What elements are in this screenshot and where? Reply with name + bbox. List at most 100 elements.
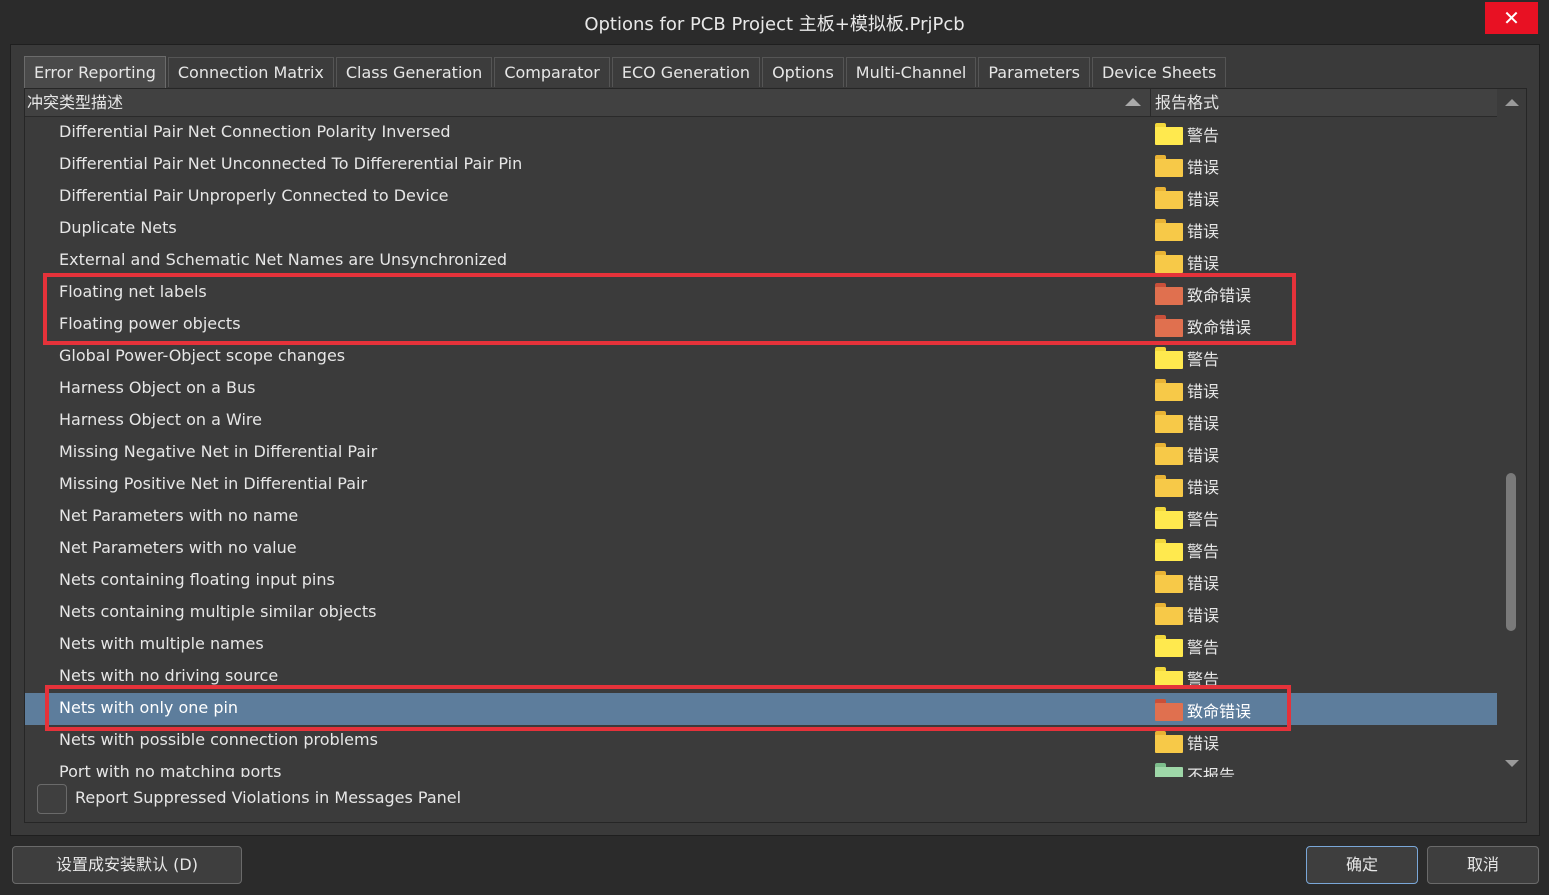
error-reporting-table: 冲突类型描述 报告格式 Differential Pair Net Connec… [24, 88, 1527, 778]
report-format-label: 错误 [1187, 574, 1220, 593]
violation-description: Global Power-Object scope changes [59, 346, 346, 365]
report-format-cell[interactable]: 错误 [1155, 570, 1219, 594]
report-format-label: 错误 [1187, 478, 1220, 497]
violation-description: Differential Pair Unproperly Connected t… [59, 186, 449, 205]
report-format-cell[interactable]: 错误 [1155, 442, 1219, 466]
report-suppressed-checkbox[interactable] [37, 784, 67, 814]
report-format-cell[interactable]: 错误 [1155, 154, 1219, 178]
violation-description: Differential Pair Net Unconnected To Dif… [59, 154, 523, 173]
report-format-cell[interactable]: 错误 [1155, 730, 1219, 754]
scroll-thumb[interactable] [1506, 473, 1516, 631]
table-row[interactable]: Floating power objects 致命错误 [25, 309, 1497, 341]
report-format-label: 致命错误 [1187, 286, 1252, 305]
report-format-cell[interactable]: 错误 [1155, 410, 1219, 434]
table-row[interactable]: Harness Object on a Bus 错误 [25, 373, 1497, 405]
table-row[interactable]: Nets with no driving source 警告 [25, 661, 1497, 693]
report-format-cell[interactable]: 警告 [1155, 538, 1219, 562]
table-row[interactable]: Duplicate Nets 错误 [25, 213, 1497, 245]
folder-icon [1155, 379, 1183, 401]
table-row[interactable]: Harness Object on a Wire 错误 [25, 405, 1497, 437]
table-row[interactable]: Nets containing floating input pins 错误 [25, 565, 1497, 597]
report-format-label: 错误 [1187, 734, 1220, 753]
ok-button[interactable]: 确定 [1306, 846, 1418, 884]
table-row[interactable]: Nets containing multiple similar objects… [25, 597, 1497, 629]
table-row[interactable]: Differential Pair Net Unconnected To Dif… [25, 149, 1497, 181]
folder-icon [1155, 763, 1183, 777]
column-header-description[interactable]: 冲突类型描述 [27, 89, 123, 116]
table-row[interactable]: Nets with possible connection problems 错误 [25, 725, 1497, 757]
tab-connection-matrix[interactable]: Connection Matrix [167, 57, 334, 87]
report-format-label: 警告 [1187, 638, 1220, 657]
report-format-label: 致命错误 [1187, 702, 1252, 721]
table-row[interactable]: Port with no matching ports 不报告 [25, 757, 1497, 777]
column-header-format[interactable]: 报告格式 [1155, 89, 1219, 116]
table-row[interactable]: Global Power-Object scope changes 警告 [25, 341, 1497, 373]
violation-description: Nets with no driving source [59, 666, 279, 685]
tab-comparator[interactable]: Comparator [494, 57, 610, 87]
report-format-cell[interactable]: 警告 [1155, 506, 1219, 530]
set-defaults-button[interactable]: 设置成安装默认 (D) [12, 846, 242, 884]
sort-ascending-icon [1125, 98, 1141, 106]
tab-class-generation[interactable]: Class Generation [335, 57, 493, 87]
table-row[interactable]: Differential Pair Net Connection Polarit… [25, 117, 1497, 149]
violation-description: Nets with multiple names [59, 634, 264, 653]
report-format-cell[interactable]: 致命错误 [1155, 314, 1251, 338]
table-row[interactable]: Missing Positive Net in Differential Pai… [25, 469, 1497, 501]
table-row[interactable]: Net Parameters with no value 警告 [25, 533, 1497, 565]
vertical-scrollbar[interactable] [1498, 89, 1526, 777]
tab-device-sheets[interactable]: Device Sheets [1091, 57, 1227, 87]
folder-icon [1155, 667, 1183, 689]
cancel-button[interactable]: 取消 [1427, 846, 1539, 884]
folder-icon [1155, 635, 1183, 657]
table-row[interactable]: Nets with only one pin 致命错误 [25, 693, 1497, 725]
folder-icon [1155, 731, 1183, 753]
violation-description: Missing Positive Net in Differential Pai… [59, 474, 368, 493]
report-format-cell[interactable]: 错误 [1155, 250, 1219, 274]
report-format-cell[interactable]: 错误 [1155, 378, 1219, 402]
table-row[interactable]: Nets with multiple names 警告 [25, 629, 1497, 661]
violation-description: Harness Object on a Wire [59, 410, 262, 429]
report-format-label: 错误 [1187, 222, 1220, 241]
tab-error-reporting[interactable]: Error Reporting [24, 56, 166, 88]
column-separator[interactable] [1150, 89, 1151, 116]
report-format-cell[interactable]: 警告 [1155, 666, 1219, 690]
table-row[interactable]: Missing Negative Net in Differential Pai… [25, 437, 1497, 469]
violation-description: Floating power objects [59, 314, 241, 333]
report-format-cell[interactable]: 警告 [1155, 634, 1219, 658]
report-format-cell[interactable]: 致命错误 [1155, 282, 1251, 306]
table-header: 冲突类型描述 报告格式 [25, 89, 1497, 117]
report-format-label: 警告 [1187, 510, 1220, 529]
tab-multi-channel[interactable]: Multi-Channel [845, 57, 977, 87]
close-button[interactable]: ✕ [1485, 2, 1538, 34]
report-format-cell[interactable]: 不报告 [1155, 762, 1235, 777]
report-format-cell[interactable]: 错误 [1155, 186, 1219, 210]
report-format-cell[interactable]: 致命错误 [1155, 698, 1251, 722]
options-panel: Error Reporting Connection Matrix Class Ge… [10, 44, 1540, 836]
folder-icon [1155, 123, 1183, 145]
report-format-cell[interactable]: 错误 [1155, 474, 1219, 498]
tab-strip: Error Reporting Connection Matrix Class Ge… [24, 56, 1228, 88]
tab-parameters[interactable]: Parameters [978, 57, 1090, 87]
report-format-cell[interactable]: 警告 [1155, 346, 1219, 370]
folder-icon [1155, 443, 1183, 465]
violation-description: Harness Object on a Bus [59, 378, 256, 397]
report-format-cell[interactable]: 错误 [1155, 602, 1219, 626]
tab-eco-generation[interactable]: ECO Generation [611, 57, 761, 87]
folder-icon [1155, 283, 1183, 305]
report-format-cell[interactable]: 警告 [1155, 122, 1219, 146]
tab-options[interactable]: Options [762, 57, 844, 87]
report-format-label: 错误 [1187, 254, 1220, 273]
scroll-down-icon[interactable] [1505, 760, 1519, 767]
folder-icon [1155, 155, 1183, 177]
report-format-cell[interactable]: 错误 [1155, 218, 1219, 242]
table-row[interactable]: External and Schematic Net Names are Uns… [25, 245, 1497, 277]
folder-icon [1155, 699, 1183, 721]
report-format-label: 错误 [1187, 382, 1220, 401]
folder-icon [1155, 539, 1183, 561]
folder-icon [1155, 603, 1183, 625]
table-row[interactable]: Differential Pair Unproperly Connected t… [25, 181, 1497, 213]
folder-icon [1155, 315, 1183, 337]
scroll-up-icon[interactable] [1505, 99, 1519, 106]
table-row[interactable]: Net Parameters with no name 警告 [25, 501, 1497, 533]
table-row[interactable]: Floating net labels 致命错误 [25, 277, 1497, 309]
